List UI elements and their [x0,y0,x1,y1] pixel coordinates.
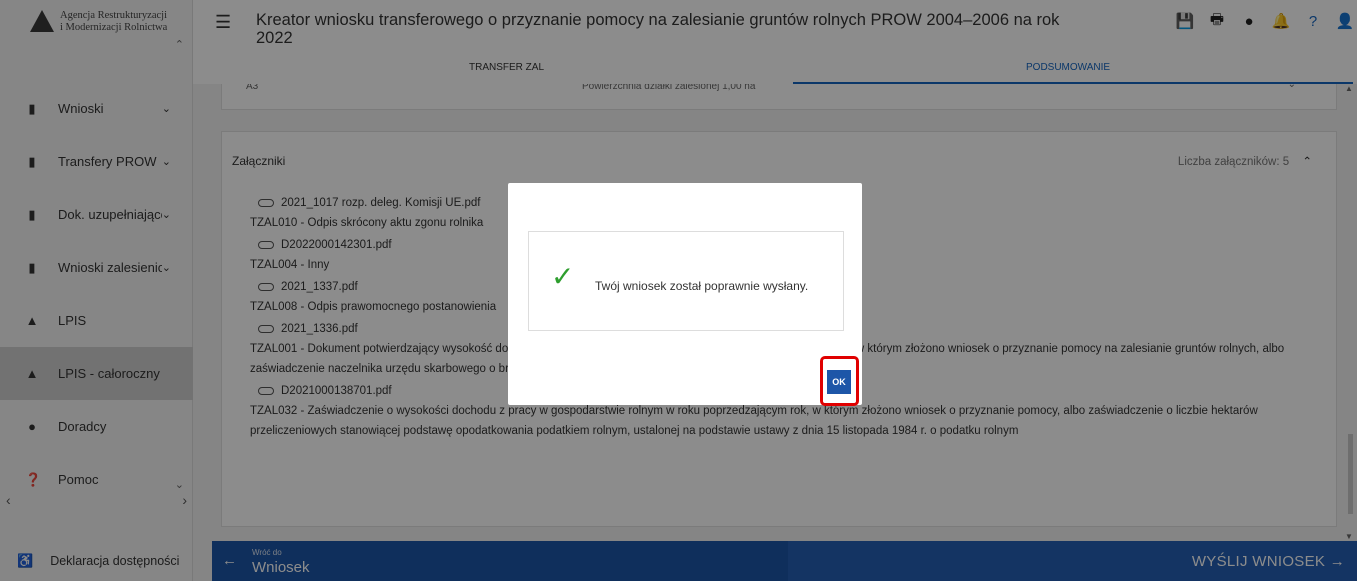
success-dialog: ✓ Twój wniosek został poprawnie wysłany.… [508,183,862,406]
success-message-box: ✓ Twój wniosek został poprawnie wysłany. [528,231,844,331]
success-message: Twój wniosek został poprawnie wysłany. [595,279,809,293]
ok-button[interactable]: OK [827,370,851,394]
checkmark-icon: ✓ [551,261,575,292]
